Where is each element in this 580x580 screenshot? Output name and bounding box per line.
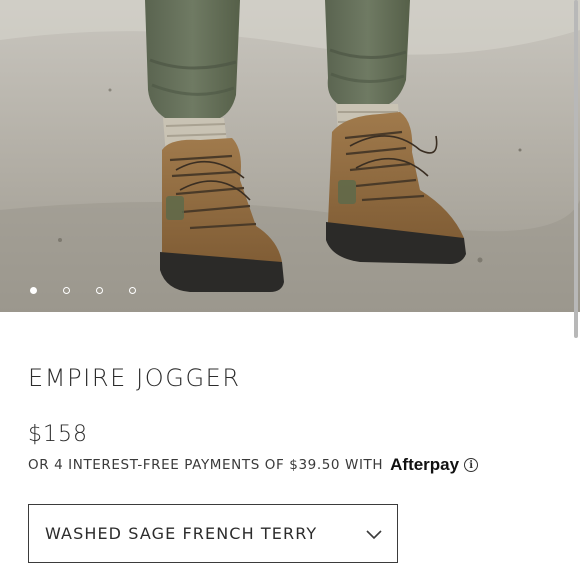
product-image-carousel[interactable] [0, 0, 580, 312]
product-title: EMPIRE JOGGER [28, 364, 241, 392]
variant-select[interactable]: WASHED SAGE FRENCH TERRY [28, 504, 398, 563]
scrollbar[interactable] [574, 0, 578, 338]
product-price: $158 [28, 422, 88, 447]
afterpay-message: OR 4 INTEREST-FREE PAYMENTS OF $39.50 WI… [28, 455, 479, 475]
carousel-dot-3[interactable] [96, 287, 103, 294]
product-photo [0, 0, 580, 312]
variant-selected-label: WASHED SAGE FRENCH TERRY [45, 524, 318, 543]
carousel-dot-2[interactable] [63, 287, 70, 294]
info-icon[interactable]: i [464, 458, 479, 472]
installments-text: OR 4 INTEREST-FREE PAYMENTS OF $39.50 WI… [28, 457, 384, 473]
product-page: EMPIRE JOGGER $158 OR 4 INTEREST-FREE PA… [0, 0, 580, 580]
carousel-pagination [30, 287, 139, 294]
chevron-down-icon [366, 529, 382, 539]
afterpay-logo[interactable]: Afterpay [390, 455, 459, 475]
carousel-dot-1[interactable] [30, 287, 37, 294]
carousel-dot-4[interactable] [129, 287, 136, 294]
